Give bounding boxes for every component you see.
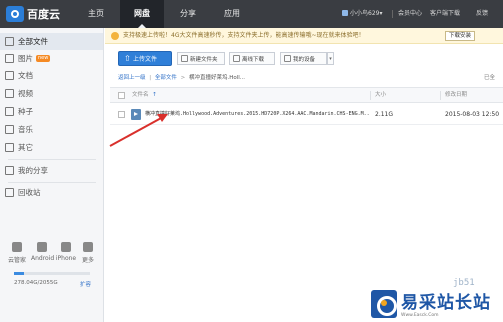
annotation-arrow <box>109 114 168 147</box>
watermark-url: Www.Easck.Com <box>401 313 439 318</box>
easck-logo-icon <box>371 290 397 318</box>
easck-watermark: 易采站长站 Www.Easck.Com <box>371 286 503 322</box>
watermark-brand: 易采站长站 <box>401 293 491 313</box>
